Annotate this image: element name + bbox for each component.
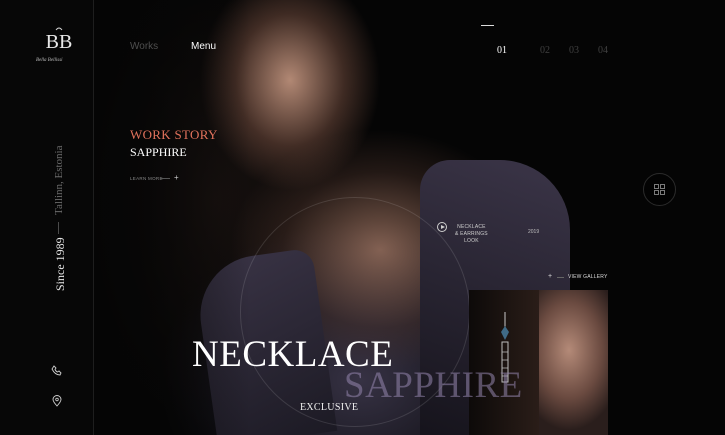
learn-more-link[interactable]: LEARN MORE xyxy=(130,176,163,181)
hero-title-secondary: SAPPHIRE xyxy=(344,365,523,406)
pager-item-03[interactable]: 03 xyxy=(569,45,579,56)
pager-active-indicator xyxy=(481,25,494,26)
logo-text: BB xyxy=(46,31,73,53)
nav-works[interactable]: Works xyxy=(130,41,158,52)
play-icon[interactable] xyxy=(437,222,447,232)
pager-item-01[interactable]: 01 xyxy=(497,45,507,56)
video-year: 2019 xyxy=(528,229,540,235)
learn-more-line xyxy=(160,178,170,179)
nav-menu[interactable]: Menu xyxy=(191,41,216,52)
sidebar-city: Tallinn, Estonia xyxy=(53,145,65,216)
sidebar-since: Since 1989 xyxy=(53,237,67,291)
location-pin-icon[interactable] xyxy=(51,395,63,407)
pager-item-04[interactable]: 04 xyxy=(598,45,608,56)
video-caption-line2: & EARRINGS xyxy=(455,231,488,237)
video-caption[interactable]: NECKLACE & EARRINGS LOOK xyxy=(455,224,488,245)
grid-icon[interactable] xyxy=(654,184,665,195)
phone-icon[interactable] xyxy=(51,365,63,377)
work-story-title: WORK STORY xyxy=(130,127,218,142)
view-gallery-line xyxy=(557,277,564,278)
video-caption-line1: NECKLACE xyxy=(457,224,486,230)
view-gallery-plus-icon[interactable]: + xyxy=(548,273,552,280)
sidebar: BB Bella Bellissi Tallinn, Estonia Since… xyxy=(0,0,94,435)
pager-item-02[interactable]: 02 xyxy=(540,45,550,56)
gallery-thumbnail[interactable] xyxy=(469,290,608,435)
view-gallery-link[interactable]: VIEW GALLERY xyxy=(568,274,608,280)
logo-icon[interactable]: BB xyxy=(44,26,74,60)
video-caption-line3: LOOK xyxy=(464,238,479,244)
learn-more-plus-icon[interactable]: + xyxy=(174,173,179,182)
sidebar-divider xyxy=(58,222,59,234)
brand-subtitle: Bella Bellissi xyxy=(36,58,63,63)
work-story-subtitle: SAPPHIRE xyxy=(130,145,187,159)
hero-tagline: EXCLUSIVE xyxy=(300,402,359,413)
